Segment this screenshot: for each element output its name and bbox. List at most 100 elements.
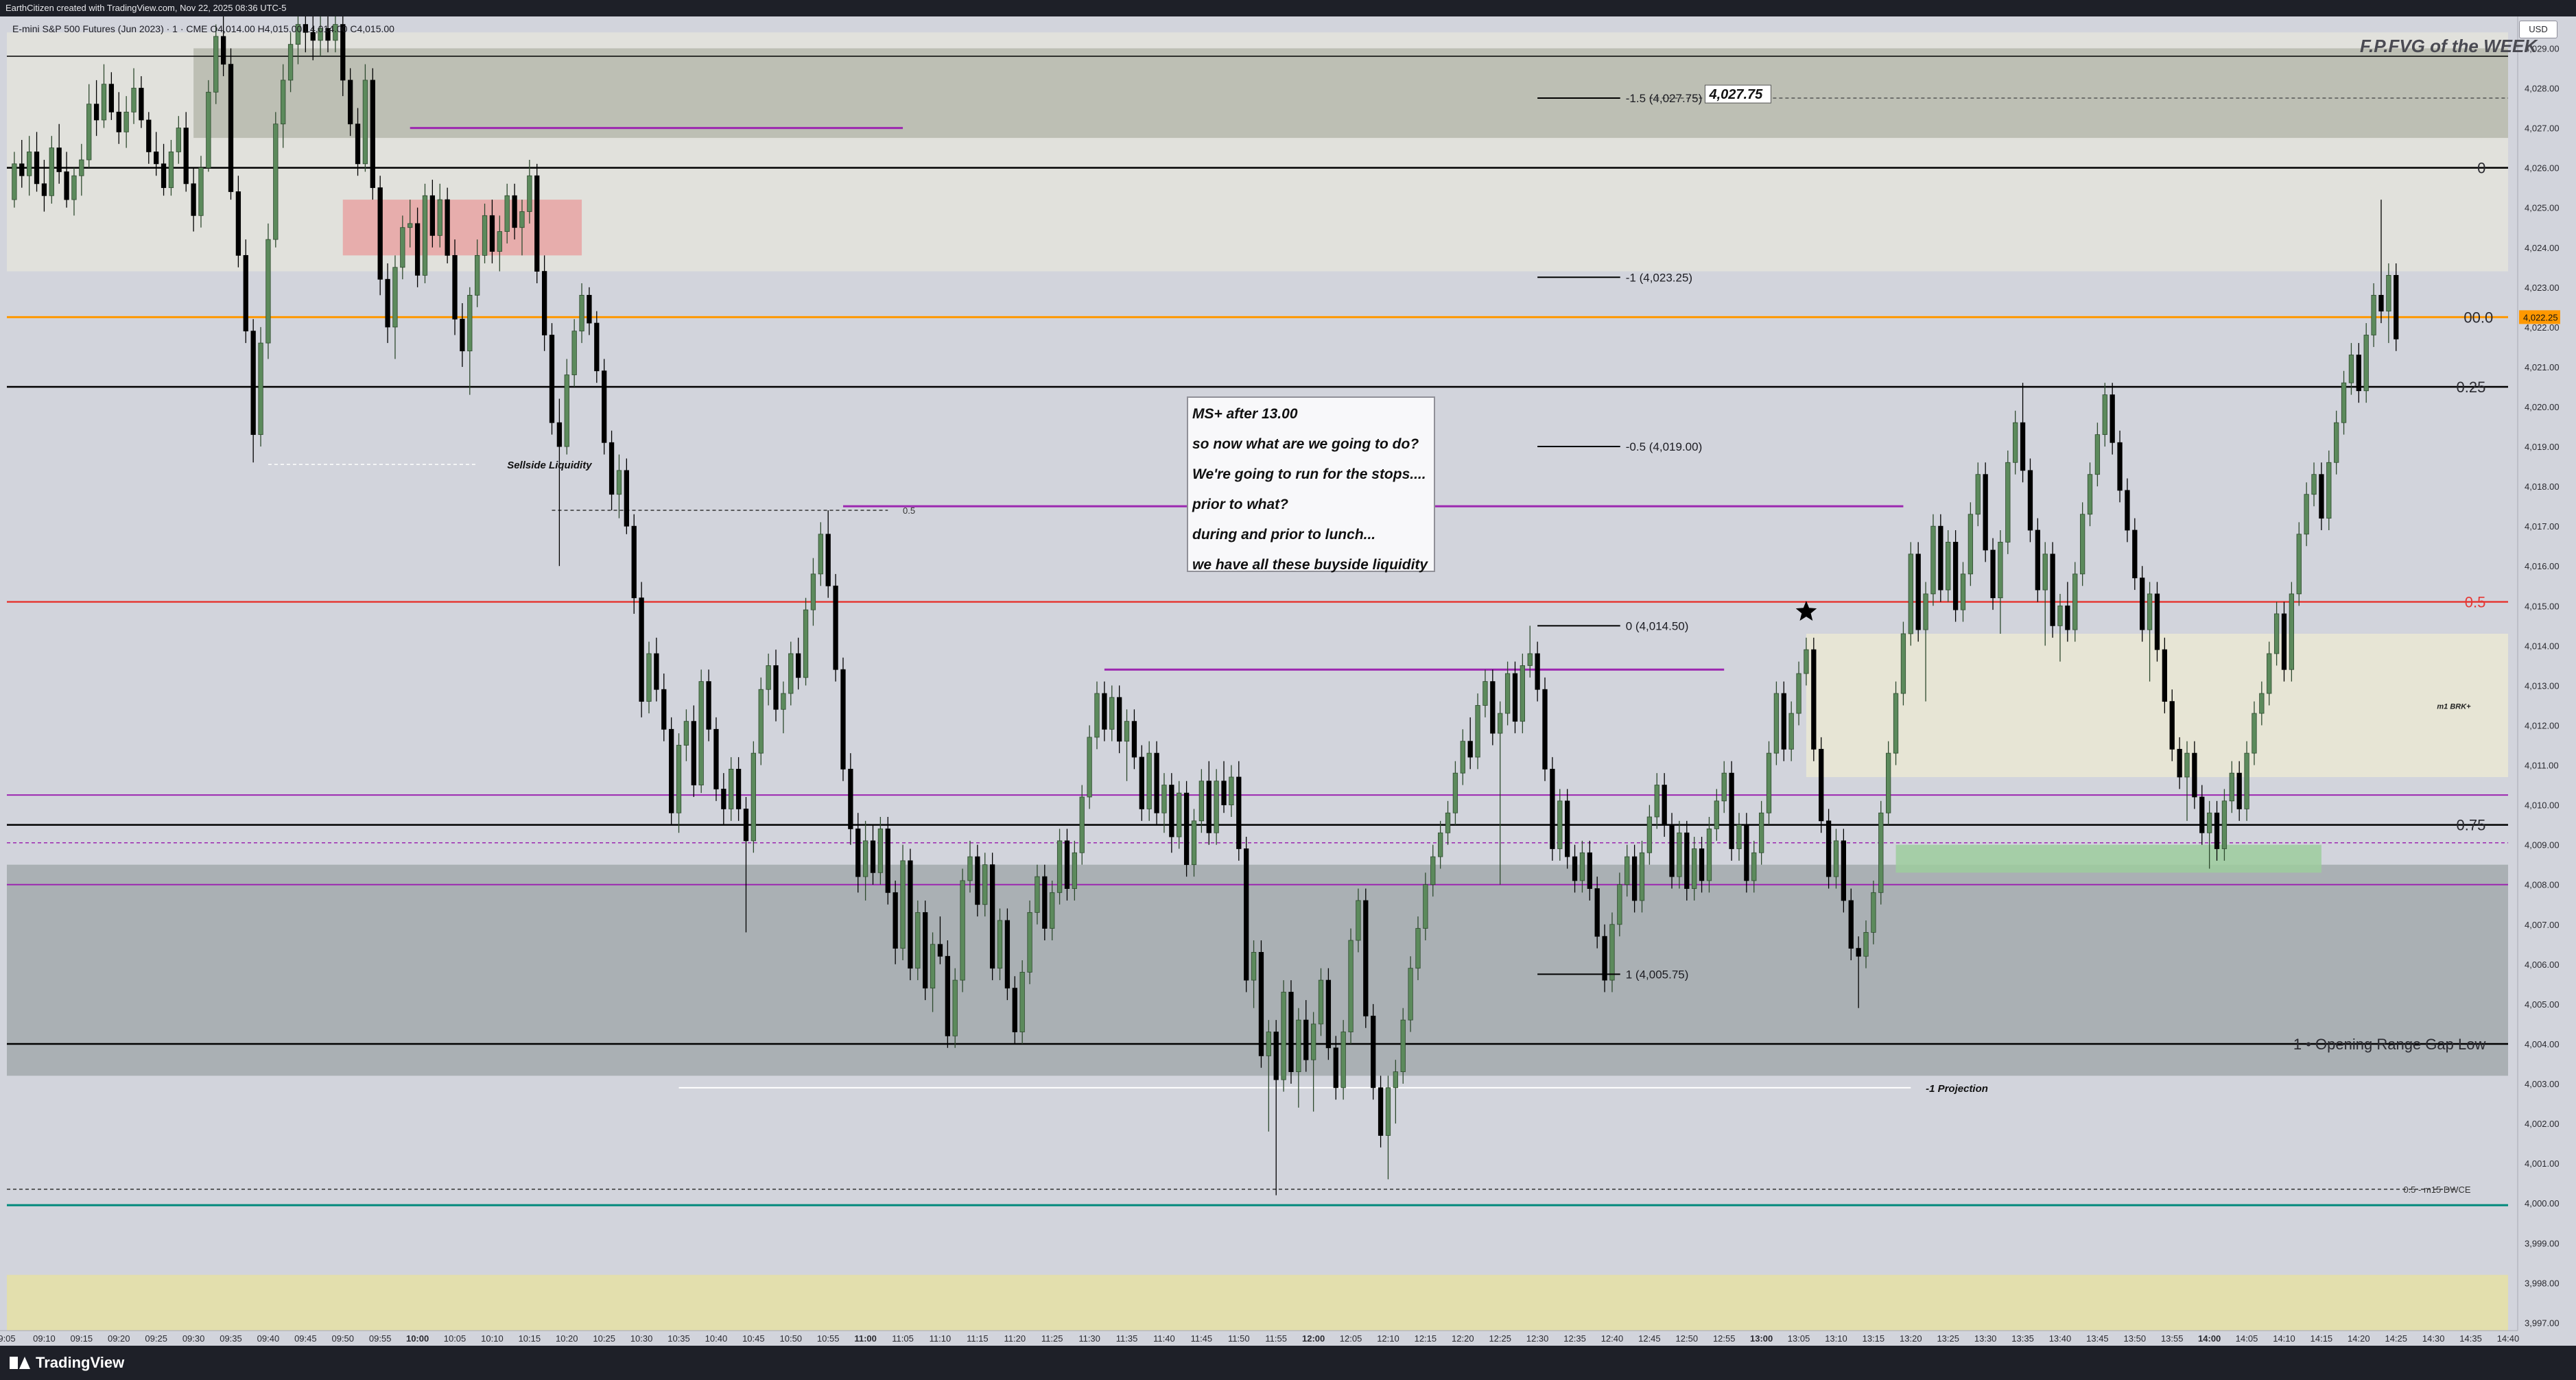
price-tick-label: 3,999.00 bbox=[2525, 1238, 2560, 1248]
candle-body bbox=[1400, 1019, 1406, 1073]
zone-box bbox=[7, 1274, 2508, 1331]
candle-body bbox=[862, 840, 868, 877]
note-line: during and prior to lunch... bbox=[1192, 527, 1376, 543]
candle-body bbox=[1542, 689, 1548, 770]
candle-body bbox=[1035, 876, 1040, 913]
candle-body bbox=[377, 187, 383, 280]
candle-body bbox=[1773, 693, 1780, 754]
price-tick-label: 4,018.00 bbox=[2525, 481, 2560, 492]
time-tick-label: 12:00 bbox=[1302, 1333, 1325, 1344]
candle-body bbox=[1520, 665, 1526, 722]
candle-body bbox=[1415, 928, 1421, 969]
time-tick-label: 10:40 bbox=[705, 1333, 728, 1344]
candle-body bbox=[683, 721, 689, 746]
candle-body bbox=[1064, 840, 1070, 889]
candle-body bbox=[1990, 549, 1996, 599]
candle-body bbox=[937, 944, 943, 957]
candle-body bbox=[571, 331, 577, 375]
candle-body bbox=[2042, 554, 2048, 591]
tradingview-logo[interactable]: TradingView bbox=[10, 1354, 124, 1372]
candle-body bbox=[414, 223, 421, 276]
candle-body bbox=[2132, 530, 2138, 579]
candle-body bbox=[2341, 382, 2347, 423]
time-tick-label: 11:00 bbox=[854, 1333, 877, 1344]
candle-body bbox=[2267, 653, 2272, 694]
candle-body bbox=[2087, 474, 2093, 515]
time-tick-label: 14:25 bbox=[2385, 1333, 2407, 1344]
candle-body bbox=[885, 829, 890, 893]
candle-body bbox=[2252, 713, 2257, 754]
candle-body bbox=[1706, 829, 1712, 881]
price-tick-label: 4,000.00 bbox=[2525, 1198, 2560, 1209]
candle-body bbox=[751, 752, 757, 842]
time-tick-label: 10:20 bbox=[556, 1333, 578, 1344]
candle-body bbox=[602, 370, 607, 443]
time-tick-label: 09:20 bbox=[108, 1333, 130, 1344]
price-tick-label: 4,019.00 bbox=[2525, 442, 2560, 452]
candlestick-chart[interactable]: 0 00.0 0.25 0.5 0.75 1 • Opening Range Gap Lo… bbox=[0, 0, 2576, 1380]
candle-body bbox=[1631, 856, 1638, 901]
fib-label: 0 (4,014.50) bbox=[1626, 619, 1689, 632]
time-tick-label: 12:35 bbox=[1563, 1333, 1586, 1344]
candle-body bbox=[1654, 785, 1659, 818]
candle-body bbox=[1482, 681, 1488, 706]
candle-body bbox=[2207, 812, 2212, 833]
candle-body bbox=[1819, 748, 1824, 822]
candle-body bbox=[1042, 876, 1048, 929]
price-tick-label: 4,012.00 bbox=[2525, 720, 2560, 730]
candle-body bbox=[1378, 1087, 1384, 1136]
time-tick-label: 14:00 bbox=[2198, 1333, 2221, 1344]
level-label: 0.25 bbox=[2457, 379, 2486, 396]
time-tick-label: 11:05 bbox=[892, 1333, 914, 1344]
candle-body bbox=[355, 123, 361, 165]
candle-body bbox=[2378, 295, 2384, 312]
price-tick-label: 4,017.00 bbox=[2525, 521, 2560, 532]
price-tick-label: 4,008.00 bbox=[2525, 880, 2560, 890]
time-tick-label: 13:40 bbox=[2049, 1333, 2072, 1344]
time-tick-label: 13:55 bbox=[2161, 1333, 2184, 1344]
candle-body bbox=[556, 422, 563, 447]
candle-body bbox=[1908, 554, 1913, 634]
candle-body bbox=[1281, 992, 1286, 1080]
candle-body bbox=[1952, 542, 1959, 610]
time-tick-label: 10:10 bbox=[481, 1333, 504, 1344]
brand-text: TradingView bbox=[36, 1354, 125, 1371]
candle-body bbox=[2102, 394, 2107, 436]
candle-body bbox=[579, 295, 584, 332]
time-tick-label: 13:45 bbox=[2086, 1333, 2109, 1344]
candle-body bbox=[706, 681, 711, 730]
time-tick-label: 14:20 bbox=[2348, 1333, 2370, 1344]
candle-body bbox=[1072, 852, 1078, 889]
candle-body bbox=[1848, 900, 1854, 949]
candle-body bbox=[198, 167, 204, 216]
candle-body bbox=[1662, 785, 1667, 826]
price-tick-label: 4,003.00 bbox=[2525, 1079, 2560, 1089]
candle-body bbox=[27, 152, 32, 176]
candle-body bbox=[2289, 593, 2295, 670]
candle-body bbox=[2192, 752, 2197, 798]
candle-body bbox=[1467, 741, 1473, 758]
candle-body bbox=[2020, 422, 2026, 471]
time-tick-label: 14:35 bbox=[2459, 1333, 2482, 1344]
price-tick-label: 4,007.00 bbox=[2525, 920, 2560, 930]
time-tick-label: 12:10 bbox=[1377, 1333, 1399, 1344]
note-line: we have all these buyside liquidity bbox=[1192, 557, 1428, 573]
candle-body bbox=[2386, 274, 2391, 312]
candle-body bbox=[1445, 812, 1451, 833]
candle-body bbox=[982, 864, 988, 905]
candle-body bbox=[467, 295, 473, 352]
candle-body bbox=[228, 64, 234, 192]
candle-body bbox=[123, 111, 129, 132]
time-tick-label: 14:30 bbox=[2422, 1333, 2445, 1344]
time-tick-label: 13:30 bbox=[1974, 1333, 1997, 1344]
candle-body bbox=[2177, 748, 2182, 778]
candle-body bbox=[1677, 832, 1682, 877]
candle-body bbox=[452, 254, 458, 320]
candle-body bbox=[1579, 852, 1585, 881]
candle-body bbox=[1617, 884, 1622, 925]
candle-body bbox=[1946, 542, 1951, 591]
candle-body bbox=[639, 597, 644, 702]
candle-body bbox=[1811, 649, 1817, 750]
price-tick-label: 4,004.00 bbox=[2525, 1039, 2560, 1049]
candle-body bbox=[1684, 832, 1690, 889]
